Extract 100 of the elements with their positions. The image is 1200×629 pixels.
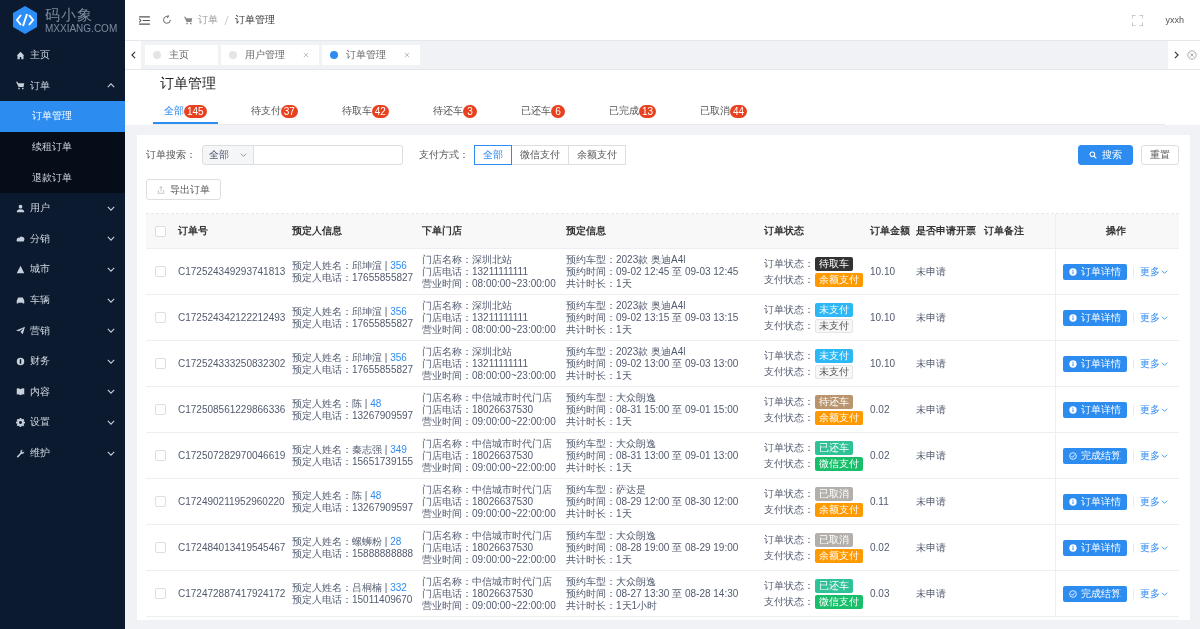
status-tab[interactable]: 待取车 42 [330, 104, 400, 124]
row-checkbox[interactable] [154, 404, 166, 415]
store-info: 门店名称：中信城市时代门店 [422, 391, 552, 404]
row-checkbox[interactable] [154, 450, 166, 461]
row-checkbox[interactable] [154, 312, 166, 323]
action-button[interactable]: 订单详情 [1063, 401, 1127, 418]
customer-id-link[interactable]: 356 [390, 305, 407, 317]
status-tab[interactable]: 已完成 13 [597, 104, 668, 124]
customer-id-link[interactable]: 48 [370, 489, 382, 501]
upload-icon [157, 185, 165, 194]
menu-icon[interactable] [139, 15, 150, 25]
chevron-down-icon [107, 389, 115, 395]
search-button[interactable]: 搜索 [1078, 145, 1133, 165]
action-button[interactable]: 订单详情 [1063, 309, 1127, 326]
search-type-select[interactable]: 全部 [202, 145, 254, 165]
sidebar-subitem[interactable]: 续租订单 [0, 131, 125, 163]
action-button[interactable]: 订单详情 [1063, 493, 1127, 510]
action-button[interactable]: 订单详情 [1063, 263, 1127, 280]
info-icon [1069, 359, 1077, 368]
coin-icon [16, 356, 25, 366]
page-tab[interactable]: 订单管理 [322, 45, 420, 65]
page-tab[interactable]: 主页 [145, 45, 218, 65]
more-link[interactable]: 更多 [1140, 494, 1168, 509]
sidebar-item[interactable]: 分销 [0, 223, 125, 255]
close-all-button[interactable] [1184, 41, 1200, 69]
sidebar-subitem[interactable]: 订单管理 [0, 101, 125, 132]
page-tab[interactable]: 用户管理 [221, 45, 319, 65]
more-link[interactable]: 更多 [1140, 448, 1168, 463]
sidebar-item[interactable]: 主页 [0, 40, 125, 71]
info-icon [1069, 543, 1077, 552]
status-tab[interactable]: 已取消 44 [689, 104, 759, 124]
sidebar-item[interactable]: 城市 [0, 254, 125, 285]
chevron-down-icon [107, 328, 115, 334]
chevron-down-icon [240, 153, 248, 157]
row-checkbox[interactable] [154, 542, 166, 553]
chevron-down-icon [1161, 407, 1168, 412]
action-button[interactable]: 订单详情 [1063, 539, 1127, 556]
sidebar-item[interactable]: 车辆 [0, 284, 125, 316]
action-button[interactable]: 完成结算 [1063, 585, 1127, 602]
customer-id-link[interactable]: 356 [390, 351, 407, 363]
booking-info: 预约时间：09-02 13:00 至 09-03 13:00 [566, 357, 739, 370]
status-tab[interactable]: 已还车 6 [509, 104, 576, 124]
chevron-down-icon [107, 450, 115, 456]
column-header: 订单金额 [870, 224, 911, 238]
more-link[interactable]: 更多 [1140, 264, 1168, 279]
user-name[interactable]: yxxh [1165, 15, 1184, 25]
store-info: 营业时间：09:00:00~22:00:00 [422, 415, 556, 428]
person-icon [16, 203, 25, 213]
customer-id-link[interactable]: 349 [390, 443, 407, 455]
export-button[interactable]: 导出订单 [146, 179, 221, 200]
payment-option[interactable]: 微信支付 [511, 145, 569, 165]
scroll-left-button[interactable] [125, 41, 141, 69]
status-label: 支付状态： [764, 410, 814, 425]
row-checkbox[interactable] [154, 266, 166, 277]
action-button[interactable]: 完成结算 [1063, 447, 1127, 464]
payment-option[interactable]: 余额支付 [568, 145, 626, 165]
sidebar-item[interactable]: 营销 [0, 315, 125, 346]
order-number: C172524342122212493 [178, 312, 286, 323]
breadcrumb-item[interactable]: 订单 [198, 13, 218, 27]
customer-id-link[interactable]: 48 [370, 397, 382, 409]
row-checkbox[interactable] [154, 496, 166, 507]
more-link[interactable]: 更多 [1140, 586, 1168, 601]
sidebar-item[interactable]: 财务 [0, 345, 125, 377]
reset-button[interactable]: 重置 [1141, 145, 1179, 165]
action-button[interactable]: 订单详情 [1063, 355, 1127, 372]
customer-id-link[interactable]: 356 [390, 259, 407, 271]
row-checkbox[interactable] [154, 588, 166, 599]
scroll-right-button[interactable] [1168, 41, 1184, 69]
more-link[interactable]: 更多 [1140, 356, 1168, 371]
status-tag: 已还车 [815, 578, 853, 593]
customer-name: 预定人姓名：螺蛳粉 | 28 [292, 535, 402, 548]
customer-id-link[interactable]: 28 [390, 535, 402, 547]
status-tab[interactable]: 待支付 37 [239, 104, 309, 124]
customer-id-link[interactable]: 332 [390, 581, 407, 593]
status-tab[interactable]: 待还车 3 [421, 104, 488, 124]
sidebar-item[interactable]: 设置 [0, 407, 125, 438]
sidebar-item[interactable]: 订单 [0, 70, 125, 102]
fullscreen-icon[interactable] [1132, 14, 1144, 26]
sidebar-item[interactable]: 内容 [0, 376, 125, 408]
customer-phone: 预定人电话：17655855827 [292, 363, 414, 376]
close-icon[interactable] [303, 52, 309, 58]
payment-option[interactable]: 全部 [474, 145, 512, 165]
sidebar-item[interactable]: 维护 [0, 437, 125, 469]
status-tab[interactable]: 全部 145 [153, 104, 218, 124]
store-info: 门店名称：深圳北站 [422, 253, 512, 266]
customer-phone: 预定人电话：17655855827 [292, 317, 414, 330]
more-link[interactable]: 更多 [1140, 540, 1168, 555]
select-all-checkbox[interactable] [154, 225, 166, 237]
info-icon [1069, 405, 1077, 414]
row-checkbox[interactable] [154, 358, 166, 369]
order-amount: 10.10 [870, 266, 896, 277]
search-field[interactable] [254, 145, 403, 165]
more-link[interactable]: 更多 [1140, 310, 1168, 325]
chevron-up-icon [107, 83, 115, 89]
close-icon[interactable] [404, 52, 410, 58]
refresh-icon[interactable] [162, 15, 172, 25]
status-label: 订单状态： [764, 256, 814, 271]
sidebar-subitem[interactable]: 退款订单 [0, 162, 125, 193]
more-link[interactable]: 更多 [1140, 402, 1168, 417]
sidebar-item[interactable]: 用户 [0, 192, 125, 224]
